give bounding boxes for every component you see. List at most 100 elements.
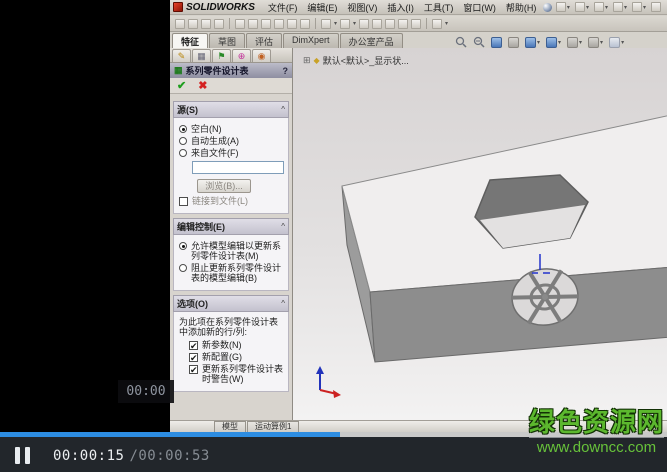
total-duration: /00:00:53 — [129, 448, 210, 464]
rebuild-icon — [651, 2, 661, 12]
options-description: 为此项在系列零件设计表中添加新的行/列: — [179, 317, 279, 337]
tab-dimxpert[interactable]: DimXpert — [283, 33, 339, 48]
tab-evaluate[interactable]: 评估 — [246, 33, 283, 48]
open-button[interactable]: ▾ — [574, 2, 589, 12]
rebuild-button[interactable] — [651, 2, 661, 12]
scene-icon — [609, 36, 621, 48]
pause-button[interactable] — [15, 447, 30, 464]
toolbar-icon[interactable] — [359, 18, 370, 29]
open-icon — [574, 2, 585, 12]
caret-icon: ▾ — [537, 39, 541, 46]
radio-from-file[interactable]: 来自文件(F) — [179, 148, 286, 158]
tab-features[interactable]: 特征 — [172, 33, 209, 48]
display-style-button[interactable]: ▾ — [546, 36, 562, 48]
help-button[interactable]: ? — [283, 66, 289, 76]
radio-auto-create[interactable]: 自动生成(A) — [179, 136, 286, 146]
tab-motion-study[interactable]: 运动算例1 — [247, 421, 300, 432]
ok-button[interactable]: ✔ — [177, 79, 186, 92]
section-view-icon — [508, 36, 519, 48]
configurationmanager-tab[interactable]: ⚑ — [212, 49, 231, 62]
tab-office-products[interactable]: 办公室产品 — [339, 33, 403, 48]
resources-ball-icon[interactable] — [543, 2, 553, 12]
menu-view[interactable]: 视图(V) — [342, 1, 382, 14]
video-player-stage: SOLIDWORKS 文件(F) 编辑(E) 视图(V) 插入(I) 工具(T)… — [0, 0, 667, 472]
section-source: 源(S) ^ 空白(N) 自动生成(A) 来自文件(F) 浏览(B)... 链接… — [173, 101, 289, 214]
toolbar-icon[interactable] — [398, 18, 409, 29]
zoom-in-button[interactable] — [473, 36, 485, 48]
section-options-header[interactable]: 选项(O) ^ — [173, 295, 289, 312]
section-view-button[interactable] — [508, 36, 519, 48]
file-path-input[interactable] — [192, 161, 284, 174]
toolbar-icon[interactable] — [287, 18, 297, 29]
toolbar-icon[interactable] — [432, 18, 443, 29]
toolbar-icon[interactable] — [321, 18, 331, 29]
scene-button[interactable]: ▾ — [609, 36, 624, 48]
toolbar-icon[interactable] — [385, 18, 396, 29]
design-table-icon: ▦ — [174, 65, 183, 75]
3d-model[interactable] — [293, 48, 667, 420]
section-options: 选项(O) ^ 为此项在系列零件设计表中添加新的行/列: ✔ 新参数(N) ✔ … — [173, 295, 289, 392]
print-icon — [612, 2, 623, 12]
collapse-chevron-icon[interactable]: ^ — [281, 222, 285, 231]
checkbox-new-parameters[interactable]: ✔ 新参数(N) — [189, 340, 286, 350]
toolbar-icon[interactable] — [411, 18, 422, 29]
checkbox-checked-icon: ✔ — [189, 352, 198, 363]
toolbar-icon[interactable] — [175, 18, 185, 29]
toolbar-icon[interactable] — [300, 18, 310, 29]
section-source-header[interactable]: 源(S) ^ — [173, 101, 289, 118]
toolbar-icon[interactable] — [261, 18, 271, 29]
caret-icon: ▾ — [558, 39, 562, 46]
collapse-chevron-icon[interactable]: ^ — [281, 299, 285, 308]
hide-show-icon — [567, 36, 579, 48]
checkbox-new-configurations[interactable]: ✔ 新配置(G) — [189, 352, 286, 362]
featuremanager-tab[interactable]: ✎ — [172, 49, 191, 62]
view-orientation-button[interactable]: ▾ — [525, 36, 541, 48]
appearance-button[interactable]: ▾ — [588, 36, 603, 48]
dimxpertmanager-tab[interactable]: ⊕ — [232, 49, 251, 62]
toolbar-icon[interactable] — [274, 18, 284, 29]
cancel-button[interactable]: ✖ — [198, 79, 207, 92]
hide-show-items-button[interactable]: ▾ — [567, 36, 582, 48]
menu-window[interactable]: 窗口(W) — [458, 1, 501, 14]
toolbar-icon[interactable] — [188, 18, 198, 29]
menu-file[interactable]: 文件(F) — [263, 1, 303, 14]
propertymanager-tab[interactable]: ▦ — [192, 49, 211, 62]
toolbar-icon[interactable] — [214, 18, 224, 29]
toolbar-icon[interactable] — [340, 18, 351, 29]
zoom-out-button[interactable] — [455, 36, 467, 48]
link-to-file-checkbox[interactable]: 链接到文件(L) — [179, 196, 286, 206]
zoom-fit-button[interactable] — [491, 36, 502, 48]
graphics-viewport[interactable]: ⊞ ◆ 默认<默认>_显示状... — [293, 48, 667, 420]
collapse-chevron-icon[interactable]: ^ — [281, 105, 285, 114]
menu-bar: SOLIDWORKS 文件(F) 编辑(E) 视图(V) 插入(I) 工具(T)… — [170, 0, 667, 15]
toolbar-icon[interactable] — [235, 18, 245, 29]
radio-block-model-edits[interactable]: 阻止更新系列零件设计表的模型编辑(B) — [179, 263, 286, 283]
section-edit-control-header[interactable]: 编辑控制(E) ^ — [173, 218, 289, 235]
menu-help[interactable]: 帮助(H) — [501, 1, 542, 14]
tab-model[interactable]: 模型 — [214, 421, 246, 432]
browse-button[interactable]: 浏览(B)... — [197, 179, 251, 193]
checkbox-warn-update[interactable]: ✔ 更新系列零件设计表时警告(W) — [189, 364, 286, 384]
menu-tools[interactable]: 工具(T) — [419, 1, 459, 14]
menu-insert[interactable]: 插入(I) — [382, 1, 419, 14]
radio-blank[interactable]: 空白(N) — [179, 124, 286, 134]
undo-button[interactable]: ▾ — [631, 2, 646, 12]
pause-bar-icon — [25, 447, 30, 464]
toolbar-icon[interactable] — [372, 18, 383, 29]
toolbar-icon[interactable] — [201, 18, 211, 29]
display-style-icon — [546, 36, 558, 48]
caret-icon: ▾ — [566, 4, 570, 11]
checkbox-checked-icon: ✔ — [189, 340, 198, 351]
new-document-button[interactable]: ▾ — [555, 2, 570, 12]
print-button[interactable]: ▾ — [612, 2, 627, 12]
panel-title-bar: ▦ 系列零件设计表 ? — [170, 63, 292, 78]
zoom-out-icon — [455, 36, 467, 48]
tab-sketch[interactable]: 草图 — [209, 33, 246, 48]
save-button[interactable]: ▾ — [593, 2, 608, 12]
watermark-site-name: 绿色资源网 — [528, 407, 664, 437]
radio-allow-model-edits[interactable]: 允许模型编辑以更新系列零件设计表(M) — [179, 241, 286, 261]
toolbar-icon[interactable] — [248, 18, 258, 29]
solidworks-logo: SOLIDWORKS — [170, 2, 263, 13]
displaymanager-tab[interactable]: ◉ — [252, 49, 271, 62]
menu-edit[interactable]: 编辑(E) — [302, 1, 342, 14]
